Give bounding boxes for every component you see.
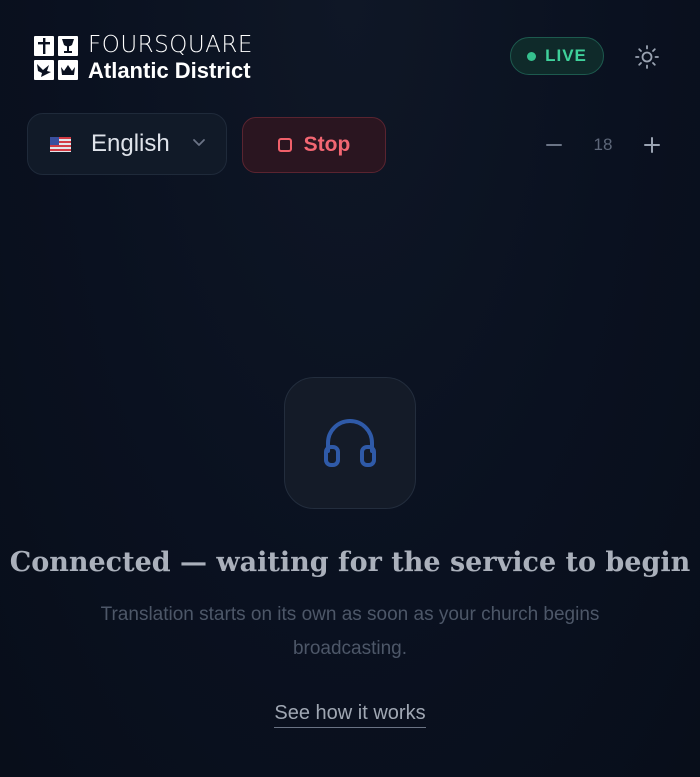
headphones-icon [324, 419, 376, 467]
stop-label: Stop [303, 133, 351, 156]
headphones-tile [284, 377, 416, 509]
live-status-badge: LIVE [510, 37, 604, 75]
how-it-works-link[interactable]: See how it works [274, 702, 426, 728]
chalice-icon [58, 36, 78, 56]
decrease-font-button[interactable] [539, 130, 569, 160]
language-select[interactable]: English [27, 113, 227, 175]
font-size-control: 18 [539, 129, 667, 161]
plus-icon [643, 137, 660, 153]
cross-icon [34, 36, 54, 56]
brand-line1: FOURSQUARE [88, 32, 253, 58]
stop-icon [277, 138, 292, 152]
increase-font-button[interactable] [637, 130, 667, 160]
brand-line2: Atlantic District [88, 58, 251, 83]
how-it-works-container: See how it works [0, 702, 700, 728]
font-size-value: 18 [593, 135, 613, 154]
status-subtitle: Translation starts on its own as soon as… [100, 604, 600, 659]
us-flag-icon [50, 136, 71, 152]
chevron-down-icon [193, 139, 205, 146]
sun-icon [635, 45, 659, 69]
theme-toggle-button[interactable] [632, 42, 662, 72]
stop-button[interactable]: Stop [242, 117, 386, 173]
live-label: LIVE [545, 46, 587, 65]
status-title: Connected — waiting for the service to b… [9, 547, 691, 578]
crown-icon [58, 60, 78, 80]
logo-mark [34, 36, 78, 80]
language-label: English [91, 130, 170, 157]
dove-icon [34, 60, 54, 80]
live-dot-icon [527, 51, 537, 61]
controls-bar: English Stop 18 [27, 113, 677, 177]
foursquare-logo: FOURSQUARE Atlantic District [34, 34, 253, 82]
logo-wordmark: FOURSQUARE Atlantic District [88, 34, 253, 82]
header: FOURSQUARE Atlantic District LIVE [34, 32, 666, 82]
minus-icon [546, 144, 562, 146]
